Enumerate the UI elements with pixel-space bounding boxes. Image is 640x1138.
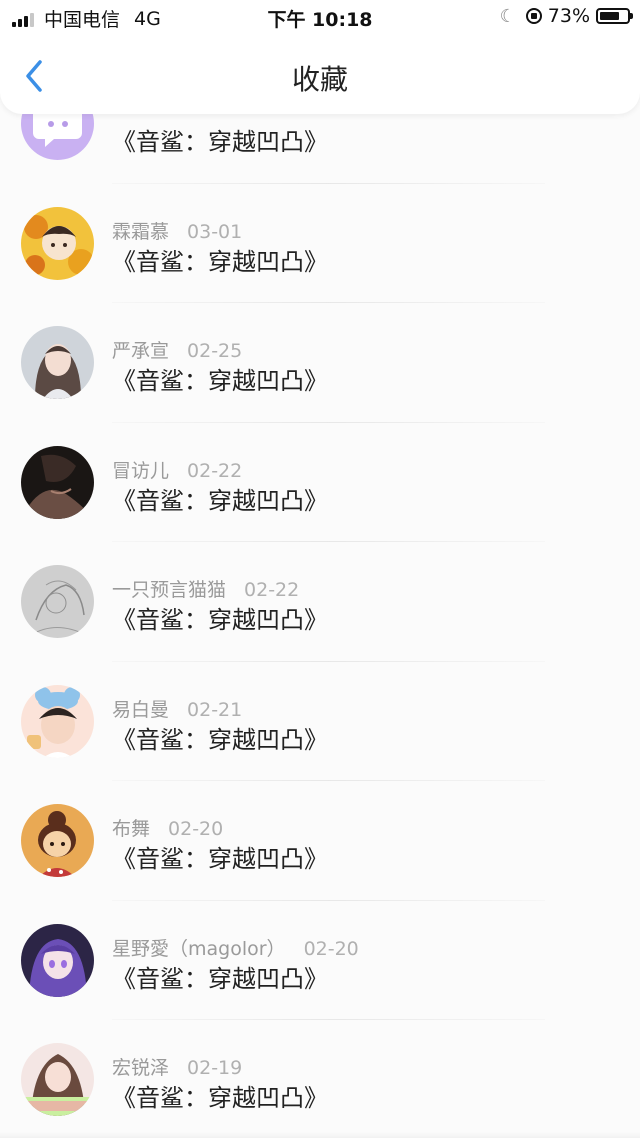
item-title: 《音鲨：穿越凹凸》 (112, 845, 328, 873)
item-title: 《音鲨：穿越凹凸》 (112, 247, 328, 276)
item-date: 02-21 (187, 698, 243, 721)
favorite-list-item[interactable]: 冒访儿 02-22 《音鲨：穿越凹凸》 (0, 423, 640, 542)
item-username[interactable]: 霖霜慕 (112, 221, 169, 243)
chevron-left-icon (26, 60, 42, 92)
item-date: 02-20 (168, 818, 224, 840)
item-title: 《音鲨：穿越凹凸》 (112, 606, 328, 634)
item-username[interactable]: 易白曼 (112, 699, 169, 721)
anime-sunflower-avatar (21, 206, 94, 280)
item-meta: 严承宣 02-25 (112, 336, 242, 363)
item-meta: 布舞 02-20 (112, 814, 223, 841)
favorites-screen: 中国电信 4G 下午 10:18 ☾ 73% 收藏 《音鲨：穿越凹凸》 霖霜慕 03… (0, 0, 640, 1138)
item-title: 《音鲨：穿越凹凸》 (112, 725, 328, 754)
favorite-list-item[interactable]: 霖霜慕 03-01 《音鲨：穿越凹凸》 (0, 184, 640, 303)
item-meta: 冒访儿 02-22 (112, 456, 242, 483)
item-date: 02-19 (187, 1057, 243, 1079)
item-date: 02-20 (303, 937, 359, 960)
item-meta: 一只预言猫猫 02-22 (112, 575, 299, 602)
bottom-edge (0, 1132, 640, 1138)
item-title: 《音鲨：穿越凹凸》 (112, 367, 328, 395)
item-username[interactable]: 宏锐泽 (112, 1057, 169, 1079)
status-bar: 中国电信 4G 下午 10:18 ☾ 73% (0, 0, 640, 34)
nav-bar: 收藏 (0, 34, 640, 114)
favorite-list-item[interactable]: 布舞 02-20 《音鲨：穿越凹凸》 (0, 781, 640, 901)
favorite-list-item[interactable]: 严承宣 02-25 《音鲨：穿越凹凸》 (0, 303, 640, 423)
item-title: 《音鲨：穿越凹凸》 (112, 1084, 328, 1112)
item-meta: 星野愛（magolor） 02-20 (112, 934, 359, 961)
battery-percent: 73% (547, 5, 590, 27)
item-meta: 霖霜慕 03-01 (112, 217, 242, 244)
item-username[interactable]: 星野愛（magolor） (112, 938, 286, 960)
avatar[interactable] (21, 804, 94, 877)
item-username[interactable]: 一只预言猫猫 (112, 579, 226, 601)
item-username[interactable]: 冒访儿 (112, 460, 169, 482)
rotation-lock-icon (525, 8, 542, 24)
cartoon-bear-ears-avatar (21, 684, 94, 758)
item-meta: 易白曼 02-21 (112, 695, 242, 722)
item-title: 《音鲨：穿越凹凸》 (112, 964, 328, 993)
moon-icon: ☾ (499, 5, 516, 27)
item-date: 03-01 (187, 220, 243, 243)
girl-portrait-avatar (21, 326, 94, 399)
item-username[interactable]: 布舞 (112, 818, 150, 840)
favorites-list: 《音鲨：穿越凹凸》 霖霜慕 03-01 《音鲨：穿越凹凸》 严承宣 02-25 《音鲨：穿越… (0, 64, 640, 1138)
avatar[interactable] (21, 923, 94, 997)
avatar[interactable] (21, 326, 94, 399)
avatar[interactable] (21, 684, 94, 758)
girl-photo-avatar (21, 1043, 94, 1116)
back-button[interactable] (18, 56, 54, 96)
avatar[interactable] (21, 445, 94, 519)
item-username[interactable]: 严承宣 (112, 340, 169, 362)
favorite-list-item[interactable]: 星野愛（magolor） 02-20 《音鲨：穿越凹凸》 (0, 901, 640, 1020)
dark-photo-avatar (21, 445, 94, 519)
avatar[interactable] (21, 565, 94, 638)
favorite-list-item[interactable]: 宏锐泽 02-19 《音鲨：穿越凹凸》 (0, 1020, 640, 1138)
item-date: 02-22 (187, 459, 243, 482)
favorite-list-item[interactable]: 易白曼 02-21 《音鲨：穿越凹凸》 (0, 662, 640, 781)
page-title: 收藏 (291, 63, 348, 96)
item-date: 02-25 (187, 340, 243, 362)
item-title: 《音鲨：穿越凹凸》 (112, 128, 328, 156)
status-right: ☾ 73% (499, 5, 633, 27)
item-title: 《音鲨：穿越凹凸》 (112, 486, 328, 515)
battery-fill (600, 12, 619, 20)
item-date: 02-22 (244, 579, 300, 601)
cartoon-girl-avatar (21, 804, 94, 877)
item-meta: 宏锐泽 02-19 (112, 1053, 242, 1080)
favorite-list-item[interactable]: 一只预言猫猫 02-22 《音鲨：穿越凹凸》 (0, 542, 640, 662)
anime-purple-hair-avatar (21, 923, 94, 997)
battery-icon (596, 8, 633, 24)
sketch-avatar (21, 565, 94, 638)
avatar[interactable] (21, 1043, 94, 1116)
avatar[interactable] (21, 206, 94, 280)
